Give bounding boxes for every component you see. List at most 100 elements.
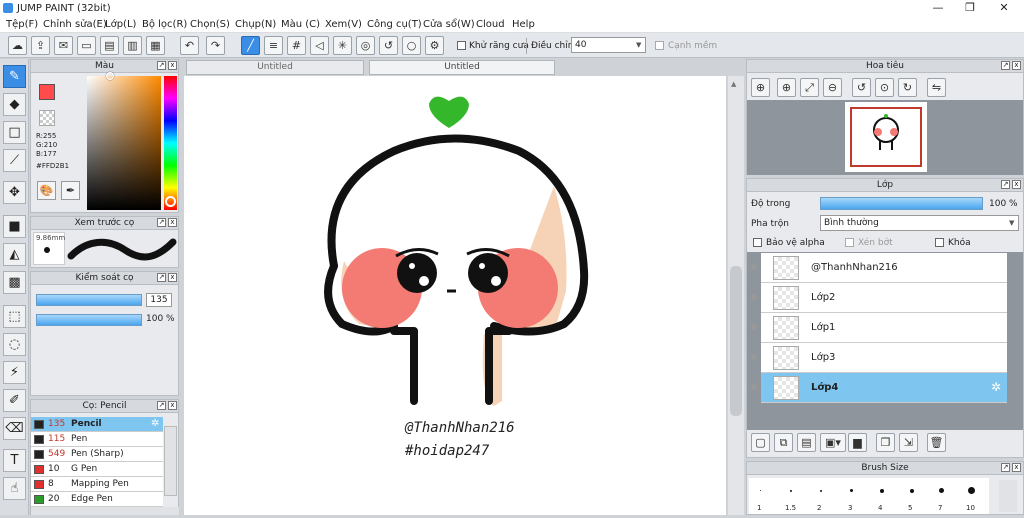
snap-off-icon[interactable]: ╱	[241, 36, 260, 55]
eye-icon[interactable]	[751, 264, 757, 270]
menu-color[interactable]: Màu (C)	[281, 19, 320, 30]
trash-icon[interactable]: 🗑	[927, 433, 946, 452]
menu-tools[interactable]: Công cụ(T)	[367, 19, 422, 30]
eye-icon[interactable]	[751, 384, 757, 390]
eyedropper-icon[interactable]: ✒	[61, 181, 80, 200]
close-panel-icon[interactable]: x	[168, 61, 177, 70]
gradient-icon[interactable]: ▩	[3, 271, 26, 294]
saturation-value-picker[interactable]	[87, 76, 161, 210]
snap-fan-icon[interactable]: ◁	[310, 36, 329, 55]
menu-help[interactable]: Help	[512, 19, 535, 30]
minimize-button[interactable]: —	[922, 0, 954, 17]
size-dot[interactable]	[850, 489, 853, 492]
message-icon[interactable]: ▭	[77, 36, 96, 55]
copy-layer-icon[interactable]: ⧉	[774, 433, 793, 452]
settings-icon[interactable]: ⚙	[425, 36, 444, 55]
eye-icon[interactable]	[751, 324, 757, 330]
cloud-icon[interactable]: ☁	[8, 36, 27, 55]
rectangle-select-icon[interactable]: □	[3, 121, 26, 144]
size-dot[interactable]	[790, 490, 792, 492]
fill-rect-icon[interactable]: ■	[3, 215, 26, 238]
add-layer-menu-icon[interactable]: ▣▾	[820, 433, 846, 452]
brush-size-input[interactable]: 135	[146, 293, 172, 307]
close-panel-icon[interactable]: x	[168, 218, 177, 227]
menu-select[interactable]: Chọn(S)	[190, 19, 230, 30]
layer-opacity-slider[interactable]	[820, 197, 983, 210]
brush-size-slider[interactable]	[36, 294, 142, 306]
layer-row-lop4[interactable]: Lớp4 ✲	[751, 373, 1007, 403]
close-button[interactable]: ✕	[988, 0, 1020, 17]
magic-wand-icon[interactable]: ⚡	[3, 361, 26, 384]
close-panel-icon[interactable]: x	[1012, 180, 1021, 189]
lock-checkbox[interactable]	[935, 238, 944, 247]
primary-color-swatch[interactable]	[39, 84, 55, 100]
blend-mode-select[interactable]: Bình thường	[820, 215, 1019, 231]
text-tool-icon[interactable]: T	[3, 449, 26, 472]
undo-icon[interactable]: ↶	[180, 36, 199, 55]
close-panel-icon[interactable]: x	[1012, 61, 1021, 70]
drawing-canvas[interactable]: @ThanhNhan216 #hoidap247	[184, 76, 726, 515]
snap-radial-icon[interactable]: ✳	[333, 36, 352, 55]
zoom-out-icon[interactable]: ⊖	[823, 78, 842, 97]
chevron-up-icon[interactable]: ▲	[731, 80, 736, 88]
menu-capture[interactable]: Chụp(N)	[235, 19, 276, 30]
soft-edge-checkbox[interactable]	[655, 41, 664, 50]
menu-layer[interactable]: Lớp(L)	[105, 19, 136, 30]
rotate-left-icon[interactable]: ↺	[852, 78, 871, 97]
undock-icon[interactable]: ↗	[157, 218, 166, 227]
size-dot[interactable]	[939, 488, 944, 493]
brush-opacity-slider[interactable]	[36, 314, 142, 326]
layer-row-lop1[interactable]: Lớp1	[751, 313, 1007, 343]
upload-icon[interactable]: ⇪	[31, 36, 50, 55]
hand-icon[interactable]: ☝	[3, 477, 26, 500]
snap-circle-icon[interactable]: ◎	[356, 36, 375, 55]
close-panel-icon[interactable]: x	[168, 273, 177, 282]
size-dot[interactable]	[760, 490, 761, 491]
zoom-in-icon[interactable]: ⊕	[751, 78, 770, 97]
menu-cloud[interactable]: Cloud	[476, 19, 505, 30]
pen-tool-icon[interactable]: ✎	[3, 65, 26, 88]
brush-size-scrollbar[interactable]	[999, 480, 1017, 512]
brush-item-pen-sharp[interactable]: 549 Pen (Sharp)	[31, 447, 163, 462]
lasso-icon[interactable]: ◌	[3, 333, 26, 356]
menu-window[interactable]: Cửa sổ(W)	[423, 19, 475, 30]
comment-icon[interactable]: ✉	[54, 36, 73, 55]
undock-icon[interactable]: ↗	[1001, 463, 1010, 472]
tab-untitled-2[interactable]: Untitled	[369, 60, 555, 75]
folder-icon[interactable]: ▆	[848, 433, 867, 452]
adjust-input[interactable]: 40	[571, 37, 646, 53]
snap-curve-icon[interactable]: ↺	[379, 36, 398, 55]
chevron-down-icon[interactable]: ▼	[636, 41, 641, 49]
brush-item-pencil[interactable]: 135 Pencil ✲	[31, 417, 163, 432]
gear-icon[interactable]: ✲	[991, 380, 1001, 394]
tab-untitled-1[interactable]: Untitled	[186, 60, 364, 75]
bucket-icon[interactable]: ◭	[3, 243, 26, 266]
eye-icon[interactable]	[751, 354, 757, 360]
undock-icon[interactable]: ↗	[157, 273, 166, 282]
undock-icon[interactable]: ↗	[1001, 180, 1010, 189]
scroll-thumb[interactable]	[730, 266, 742, 416]
select-eraser-icon[interactable]: ⌫	[3, 417, 26, 440]
size-dot[interactable]	[910, 489, 914, 493]
canvas-vertical-scrollbar[interactable]: ▲	[728, 76, 744, 515]
document-icon[interactable]: ▤	[100, 36, 119, 55]
brush-item-edge-pen[interactable]: 20 Edge Pen	[31, 492, 163, 507]
color-cursor[interactable]	[106, 72, 114, 80]
merge-icon[interactable]: ⇲	[899, 433, 918, 452]
select-rect-icon[interactable]: ⬚	[3, 305, 26, 328]
transparent-swatch[interactable]	[39, 110, 55, 126]
gear-icon[interactable]: ✲	[151, 418, 159, 429]
new-layer-icon[interactable]: ▢	[751, 433, 770, 452]
menu-view[interactable]: Xem(V)	[325, 19, 362, 30]
page-icon[interactable]: ▥	[123, 36, 142, 55]
undock-icon[interactable]: ↗	[157, 61, 166, 70]
size-dot[interactable]	[880, 489, 884, 493]
undock-icon[interactable]: ↗	[1001, 61, 1010, 70]
duplicate-icon[interactable]: ❐	[876, 433, 895, 452]
brush-item-pen[interactable]: 115 Pen	[31, 432, 163, 447]
snap-grid-icon[interactable]: #	[287, 36, 306, 55]
layer-row-lop3[interactable]: Lớp3	[751, 343, 1007, 373]
eye-icon[interactable]	[751, 294, 757, 300]
brush-item-g-pen[interactable]: 10 G Pen	[31, 462, 163, 477]
layer-row-username[interactable]: @ThanhNhan216	[751, 253, 1007, 283]
